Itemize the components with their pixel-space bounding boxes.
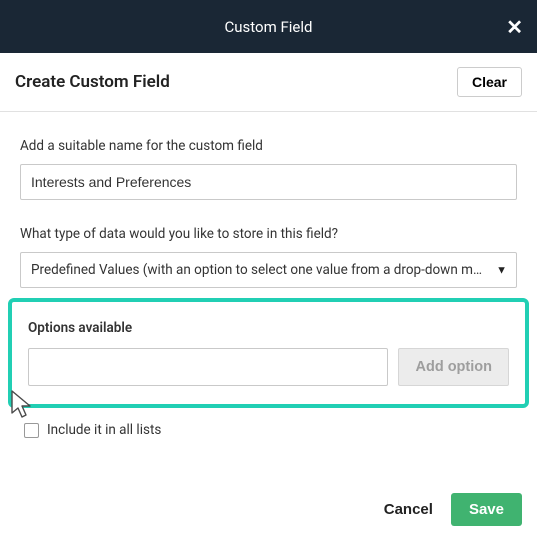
option-value-input[interactable]: [28, 348, 388, 386]
form-body: Add a suitable name for the custom field…: [0, 112, 537, 438]
include-all-row: Include it in all lists: [20, 422, 517, 438]
include-all-label: Include it in all lists: [47, 422, 161, 438]
footer-actions: Cancel Save: [380, 493, 522, 526]
options-available-label: Options available: [28, 320, 509, 336]
modal-titlebar: Custom Field ✕: [0, 0, 537, 53]
options-row: Add option: [28, 348, 509, 386]
options-highlight-box: Options available Add option: [8, 298, 529, 408]
clear-button[interactable]: Clear: [457, 67, 522, 97]
field-name-group: Add a suitable name for the custom field: [20, 138, 517, 200]
cursor-arrow-icon: [6, 389, 38, 423]
add-option-button[interactable]: Add option: [398, 348, 509, 386]
close-icon[interactable]: ✕: [506, 15, 523, 39]
field-type-select[interactable]: Predefined Values (with an option to sel…: [20, 252, 517, 288]
field-type-selected: Predefined Values (with an option to sel…: [20, 252, 517, 288]
modal-title: Custom Field: [225, 18, 313, 36]
field-name-label: Add a suitable name for the custom field: [20, 138, 517, 154]
include-all-checkbox[interactable]: [24, 423, 39, 438]
field-type-label: What type of data would you like to stor…: [20, 226, 517, 242]
subheader: Create Custom Field Clear: [0, 53, 537, 112]
field-type-group: What type of data would you like to stor…: [20, 226, 517, 288]
save-button[interactable]: Save: [451, 493, 522, 526]
cancel-button[interactable]: Cancel: [380, 495, 437, 524]
field-name-input[interactable]: [20, 164, 517, 200]
page-title: Create Custom Field: [15, 72, 170, 92]
